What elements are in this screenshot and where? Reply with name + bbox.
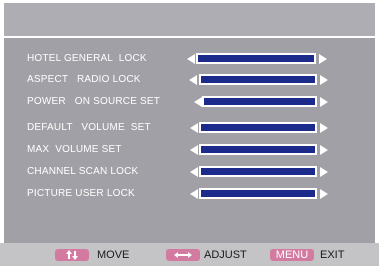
menu-item-label: ASPECT RADIO LOCK [27,74,141,85]
menu-item-label: MAX VOLUME SET [27,144,122,155]
menu-item-label: HOTEL GENERAL LOCK [27,53,147,64]
exit-label: EXIT [320,249,345,261]
menu-item-hotel-general-lock[interactable]: HOTEL GENERAL LOCK [4,51,375,67]
right-arrow-icon[interactable] [320,145,328,155]
menu-panel: HOTEL GENERAL LOCK ASPECT RADIO LOCK POW… [4,38,375,243]
value-bar-fill [204,98,315,105]
value-bar[interactable] [199,166,317,177]
menu-item-channel-scan-lock[interactable]: CHANNEL SCAN LOCK [4,164,375,180]
value-bar-fill [201,190,315,197]
left-arrow-icon[interactable] [190,145,198,155]
right-arrow-icon[interactable] [320,97,328,107]
menu-item-aspect-radio-lock[interactable]: ASPECT RADIO LOCK [4,72,375,88]
value-bar-fill [198,55,314,62]
menu-item-picture-user-lock[interactable]: PICTURE USER LOCK [4,186,375,202]
menu-item-label: DEFAULT VOLUME SET [27,122,151,133]
right-arrow-icon[interactable] [320,167,328,177]
left-arrow-icon[interactable] [190,189,198,199]
value-bar[interactable] [202,96,317,107]
value-bar[interactable] [199,144,317,155]
adjust-label: ADJUST [204,249,247,261]
left-arrow-icon[interactable] [187,54,195,64]
value-bar-fill [201,124,315,131]
value-bar-fill [201,168,315,175]
left-right-arrows-icon [166,249,200,261]
menu-item-label: PICTURE USER LOCK [27,188,135,199]
menu-title-band [4,3,375,36]
left-arrow-icon[interactable] [190,123,198,133]
left-arrow-icon[interactable] [190,167,198,177]
up-down-arrows-icon [55,249,89,261]
menu-item-max-volume-set[interactable]: MAX VOLUME SET [4,142,375,158]
menu-item-power-on-source-set[interactable]: POWER ON SOURCE SET [4,94,375,110]
right-arrow-icon[interactable] [319,54,327,64]
right-arrow-icon[interactable] [320,189,328,199]
left-arrow-icon[interactable] [194,97,202,107]
value-bar-fill [201,146,315,153]
right-arrow-icon[interactable] [320,123,328,133]
osd-menu: HOTEL GENERAL LOCK ASPECT RADIO LOCK POW… [4,3,375,243]
footer-help-bar: MOVE ADJUST MENU EXIT [0,243,379,266]
value-bar[interactable] [199,188,317,199]
right-arrow-icon[interactable] [320,75,328,85]
menu-item-label: POWER ON SOURCE SET [27,96,161,107]
value-bar[interactable] [199,122,317,133]
menu-key-badge: MENU [270,249,314,261]
left-arrow-icon[interactable] [189,75,197,85]
move-label: MOVE [97,249,130,261]
value-bar-fill [201,76,315,83]
menu-item-label: CHANNEL SCAN LOCK [27,166,139,177]
value-bar[interactable] [196,53,316,64]
menu-item-default-volume-set[interactable]: DEFAULT VOLUME SET [4,120,375,136]
value-bar[interactable] [199,74,317,85]
